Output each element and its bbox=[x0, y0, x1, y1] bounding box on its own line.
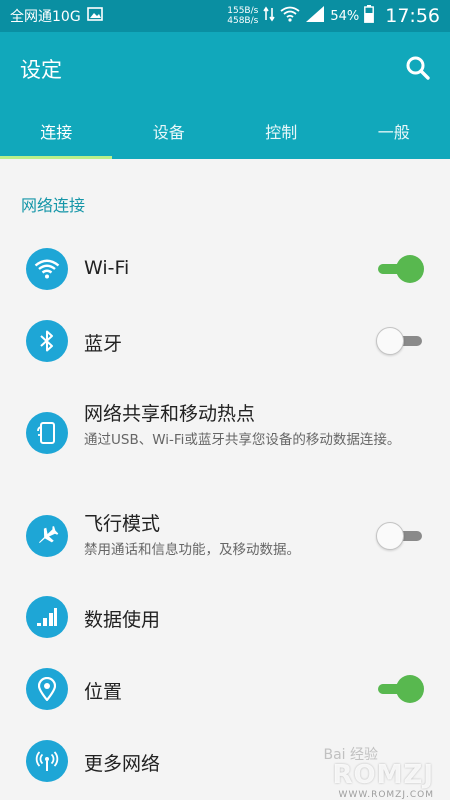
tab-connections[interactable]: 连接 bbox=[0, 102, 113, 159]
wifi-toggle[interactable] bbox=[376, 255, 424, 283]
list-item-data-usage[interactable]: 数据使用 bbox=[0, 587, 450, 647]
item-title: 数据使用 bbox=[84, 609, 161, 631]
wifi-icon bbox=[26, 248, 68, 290]
list-item-location[interactable]: 位置 bbox=[0, 659, 450, 719]
clock: 17:56 bbox=[385, 5, 440, 27]
item-subtitle: 通过USB、Wi-Fi或蓝牙共享您设备的移动数据连接。 bbox=[84, 432, 401, 448]
tab-general[interactable]: 一般 bbox=[338, 102, 450, 159]
watermark-brand: ROMZJ bbox=[332, 760, 434, 790]
watermark-url: WWW.ROMZJ.COM bbox=[338, 790, 434, 800]
data-usage-icon bbox=[26, 596, 68, 638]
list-item-bluetooth[interactable]: 蓝牙 bbox=[0, 311, 450, 371]
tab-bar: 连接 设备 控制 一般 bbox=[0, 102, 450, 159]
tab-indicator bbox=[0, 156, 112, 159]
page-title: 设定 bbox=[20, 58, 62, 82]
airplane-mode-toggle[interactable] bbox=[376, 522, 424, 550]
item-title: 网络共享和移动热点 bbox=[84, 403, 256, 425]
airplane-icon bbox=[26, 515, 68, 557]
carrier-label: 全网通10G bbox=[10, 9, 81, 25]
data-transfer-icon bbox=[263, 6, 275, 26]
list-item-airplane-mode[interactable]: 飞行模式 禁用通话和信息功能，及移动数据。 bbox=[0, 501, 450, 571]
battery-percent: 54% bbox=[330, 8, 360, 24]
network-speed: 155B/s 458B/s bbox=[227, 6, 259, 26]
app-bar: 设定 连接 设备 控制 一般 bbox=[0, 32, 450, 159]
tab-device[interactable]: 设备 bbox=[113, 102, 226, 159]
bluetooth-toggle[interactable] bbox=[376, 327, 424, 355]
list-item-tethering[interactable]: 网络共享和移动热点 通过USB、Wi-Fi或蓝牙共享您设备的移动数据连接。 bbox=[0, 393, 450, 473]
search-button[interactable] bbox=[402, 52, 434, 84]
location-toggle[interactable] bbox=[376, 675, 424, 703]
wifi-status-icon bbox=[280, 6, 300, 26]
status-bar: 全网通10G 155B/s 458B/s 54% 17:56 bbox=[0, 0, 450, 32]
gallery-notification-icon bbox=[86, 7, 103, 25]
list-item-wifi[interactable]: Wi-Fi bbox=[0, 239, 450, 299]
tab-controls[interactable]: 控制 bbox=[225, 102, 338, 159]
battery-icon bbox=[364, 5, 375, 27]
signal-icon bbox=[305, 5, 325, 27]
search-icon bbox=[406, 56, 430, 80]
location-icon bbox=[26, 668, 68, 710]
section-header: 网络连接 bbox=[21, 196, 86, 215]
bluetooth-icon bbox=[26, 320, 68, 362]
tethering-icon bbox=[26, 412, 68, 454]
more-networks-icon bbox=[26, 740, 68, 782]
